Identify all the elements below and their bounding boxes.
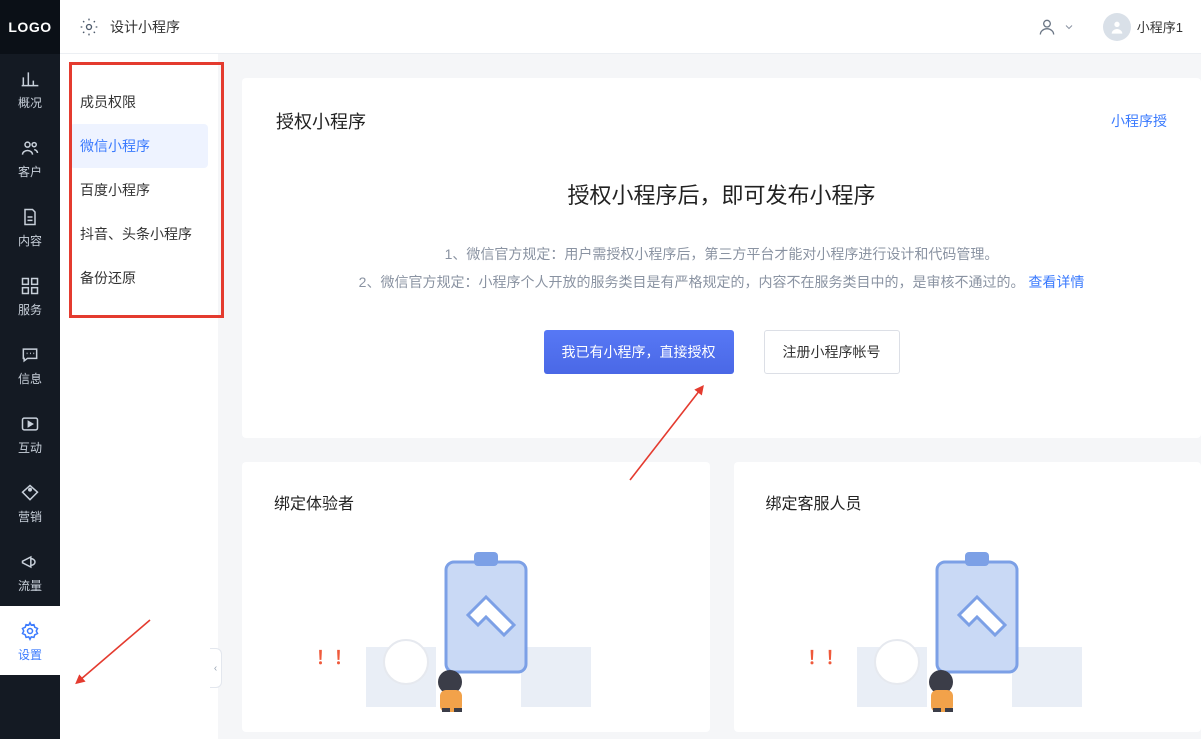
auth-desc-link[interactable]: 查看详情 <box>1028 274 1084 290</box>
subside-backup-restore[interactable]: 备份还原 <box>60 256 218 300</box>
exclaim-icon: ！！ <box>316 644 352 670</box>
sidebar-item-interact[interactable]: 互动 <box>0 399 60 468</box>
sidebar-label: 信息 <box>18 370 42 387</box>
bind-experience-card: 绑定体验者 ！！ <box>242 462 710 732</box>
bind-service-title: 绑定客服人员 <box>766 490 1170 514</box>
user-switch[interactable] <box>1037 17 1075 37</box>
auth-desc-line2: 2、微信官方规定：小程序个人开放的服务类目是有严格规定的，内容不在服务类目中的，… <box>359 274 1025 290</box>
auth-card-title: 授权小程序 <box>276 108 366 134</box>
sidebar-label: 服务 <box>18 301 42 318</box>
auth-desc-line1: 1、微信官方规定：用户需授权小程序后，第三方平台才能对小程序进行设计和代码管理。 <box>276 240 1167 268</box>
bind-experience-illustration: ！！ <box>274 532 678 712</box>
users-icon <box>19 137 41 159</box>
username-label: 小程序1 <box>1137 17 1183 36</box>
avatar <box>1103 13 1131 41</box>
subside-member-permission[interactable]: 成员权限 <box>60 80 218 124</box>
bind-experience-title: 绑定体验者 <box>274 490 678 514</box>
bind-service-illustration: ！！ <box>766 532 1170 712</box>
grid-icon <box>19 275 41 297</box>
sidebar-label: 营销 <box>18 508 42 525</box>
sidebar-label: 内容 <box>18 232 42 249</box>
exclaim-icon: ！！ <box>808 644 844 670</box>
chart-icon <box>19 68 41 90</box>
subside-wechat-mini[interactable]: 微信小程序 <box>70 124 208 168</box>
sidebar-label: 客户 <box>18 163 42 180</box>
auth-card-top-link[interactable]: 小程序授 <box>1111 111 1167 131</box>
sidebar-item-messages[interactable]: 信息 <box>0 330 60 399</box>
sidebar-item-traffic[interactable]: 流量 <box>0 537 60 606</box>
subside-douyin-mini[interactable]: 抖音、头条小程序 <box>60 212 218 256</box>
chevron-down-icon <box>1063 21 1075 33</box>
megaphone-icon <box>19 551 41 573</box>
sidebar-item-services[interactable]: 服务 <box>0 261 60 330</box>
play-icon <box>19 413 41 435</box>
sidebar-label: 设置 <box>18 646 42 663</box>
gear-icon <box>19 620 41 642</box>
sidebar-label: 概况 <box>18 94 42 111</box>
design-icon <box>78 16 100 38</box>
tag-icon <box>19 482 41 504</box>
sidebar-label: 流量 <box>18 577 42 594</box>
sidebar-item-settings[interactable]: 设置 <box>0 606 60 675</box>
sidebar-item-customers[interactable]: 客户 <box>0 123 60 192</box>
message-icon <box>19 344 41 366</box>
design-label: 设计小程序 <box>110 17 180 37</box>
sidebar-item-marketing[interactable]: 营销 <box>0 468 60 537</box>
current-user[interactable]: 小程序1 <box>1103 13 1183 41</box>
sidebar-item-overview[interactable]: 概况 <box>0 54 60 123</box>
logo[interactable]: LOGO <box>0 0 60 54</box>
authorize-existing-button[interactable]: 我已有小程序，直接授权 <box>544 330 734 374</box>
file-icon <box>19 206 41 228</box>
auth-heading: 授权小程序后，即可发布小程序 <box>276 178 1167 210</box>
register-account-button[interactable]: 注册小程序帐号 <box>764 330 900 374</box>
sidebar-label: 互动 <box>18 439 42 456</box>
user-icon <box>1037 17 1057 37</box>
auth-card: 授权小程序 小程序授 授权小程序后，即可发布小程序 1、微信官方规定：用户需授权… <box>242 78 1201 438</box>
bind-service-card: 绑定客服人员 ！！ <box>734 462 1201 732</box>
subside-baidu-mini[interactable]: 百度小程序 <box>60 168 218 212</box>
design-mini-program[interactable]: 设计小程序 <box>78 16 180 38</box>
sidebar: LOGO 概况 客户 内容 服务 信息 互动 营销 流量 设置 <box>0 0 60 739</box>
sub-sidebar: 成员权限 微信小程序 百度小程序 抖音、头条小程序 备份还原 <box>60 54 218 739</box>
sidebar-item-content[interactable]: 内容 <box>0 192 60 261</box>
